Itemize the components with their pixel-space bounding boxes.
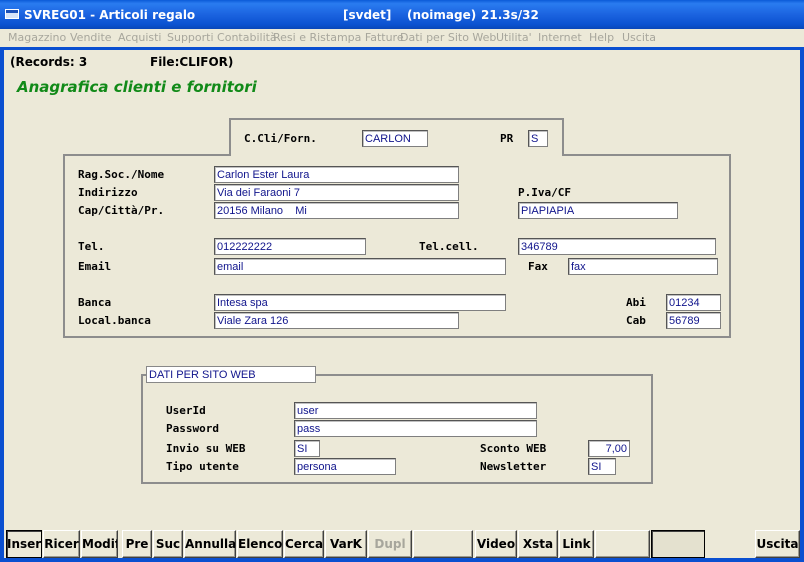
telcell-field[interactable]: 346789 bbox=[518, 238, 716, 255]
abi-label: Abi bbox=[626, 296, 646, 309]
ragsoc-label: Rag.Soc./Nome bbox=[78, 168, 165, 181]
window-info-version: 21.3s/32 bbox=[481, 8, 539, 22]
abi-field[interactable]: 01234 bbox=[666, 294, 721, 311]
pr-field[interactable]: S bbox=[528, 130, 548, 147]
pre-button[interactable]: Pre bbox=[122, 530, 152, 558]
tel-label: Tel. bbox=[78, 240, 105, 253]
email-field[interactable]: email bbox=[214, 258, 506, 275]
tipo-utente-field[interactable]: persona bbox=[294, 458, 396, 475]
telcell-label: Tel.cell. bbox=[419, 240, 479, 253]
blank-button-3[interactable] bbox=[651, 530, 705, 558]
menu-bar: Magazzino Vendite Acquisti Supporti Cont… bbox=[0, 29, 804, 47]
piva-label: P.Iva/CF bbox=[518, 186, 571, 199]
newsletter-label: Newsletter bbox=[480, 460, 547, 473]
tel-field[interactable]: 012222222 bbox=[214, 238, 366, 255]
uscita-button[interactable]: Uscita bbox=[755, 530, 800, 558]
piva-field[interactable]: PIAPIAPIA bbox=[518, 202, 678, 219]
password-label: Password bbox=[166, 422, 219, 435]
page-title: Anagrafica clienti e fornitori bbox=[17, 78, 257, 96]
cab-field[interactable]: 56789 bbox=[666, 312, 721, 329]
userid-field[interactable]: user bbox=[294, 402, 537, 419]
code-field[interactable]: CARLON bbox=[362, 130, 428, 147]
vark-button[interactable]: VarK bbox=[325, 530, 367, 558]
web-group-legend: DATI PER SITO WEB bbox=[146, 366, 316, 383]
records-count: (Records: 3 bbox=[10, 55, 88, 69]
annulla-button[interactable]: Annulla bbox=[184, 530, 236, 558]
window-title: SVREG01 - Articoli regalo bbox=[24, 8, 196, 22]
xsta-button[interactable]: Xsta bbox=[518, 530, 558, 558]
userid-label: UserId bbox=[166, 404, 206, 417]
elenco-button[interactable]: Elenco bbox=[237, 530, 283, 558]
invio-web-label: Invio su WEB bbox=[166, 442, 246, 455]
group-join bbox=[231, 154, 562, 156]
window-bottom-edge bbox=[0, 558, 804, 562]
menu-magazzino[interactable]: Magazzino bbox=[8, 31, 66, 44]
link-button[interactable]: Link bbox=[559, 530, 594, 558]
file-name: File:CLIFOR) bbox=[150, 55, 234, 69]
newsletter-field[interactable]: SI bbox=[588, 458, 616, 475]
cap-label: Cap/Città/Pr. bbox=[78, 204, 165, 217]
menu-dati-sito-web[interactable]: Dati per Sito Web bbox=[400, 31, 496, 44]
window-info-module: [svdet] bbox=[343, 8, 392, 22]
banca-field[interactable]: Intesa spa bbox=[214, 294, 506, 311]
blank-button-2[interactable] bbox=[595, 530, 650, 558]
indirizzo-label: Indirizzo bbox=[78, 186, 138, 199]
menu-internet[interactable]: Internet bbox=[538, 31, 582, 44]
modif-button[interactable]: Modif bbox=[81, 530, 118, 558]
title-bar: SVREG01 - Articoli regalo [svdet] (noima… bbox=[0, 0, 804, 29]
menu-supporti-contabilita[interactable]: Supporti Contabilità bbox=[167, 31, 277, 44]
tipo-utente-label: Tipo utente bbox=[166, 460, 239, 473]
menu-help[interactable]: Help bbox=[589, 31, 614, 44]
fax-field[interactable]: fax bbox=[568, 258, 718, 275]
cab-label: Cab bbox=[626, 314, 646, 327]
invio-web-field[interactable]: SI bbox=[294, 440, 320, 457]
ragsoc-field[interactable]: Carlon Ester Laura bbox=[214, 166, 459, 183]
fax-label: Fax bbox=[528, 260, 548, 273]
inser-button[interactable]: Inser bbox=[6, 530, 42, 558]
menu-acquisti[interactable]: Acquisti bbox=[118, 31, 162, 44]
code-label: C.Cli/Forn. bbox=[244, 132, 317, 145]
ricer-button[interactable]: Ricer bbox=[43, 530, 80, 558]
dupl-button[interactable]: Dupl bbox=[368, 530, 412, 558]
cerca-button[interactable]: Cerca bbox=[284, 530, 324, 558]
blank-button-1[interactable] bbox=[413, 530, 473, 558]
localbanca-field[interactable]: Viale Zara 126 bbox=[214, 312, 459, 329]
banca-label: Banca bbox=[78, 296, 112, 309]
sconto-web-field[interactable]: 7,00 bbox=[588, 440, 630, 457]
localbanca-label: Local.banca bbox=[78, 314, 151, 327]
sconto-web-label: Sconto WEB bbox=[480, 442, 547, 455]
menu-resi-ristampa[interactable]: Resi e Ristampa Fatture bbox=[273, 31, 404, 44]
password-field[interactable]: pass bbox=[294, 420, 537, 437]
video-button[interactable]: Video bbox=[475, 530, 517, 558]
pr-label: PR bbox=[500, 132, 514, 145]
suc-button[interactable]: Suc bbox=[153, 530, 183, 558]
indirizzo-field[interactable]: Via dei Faraoni 7 bbox=[214, 184, 459, 201]
app-window-icon[interactable] bbox=[5, 9, 19, 19]
menu-uscita[interactable]: Uscita bbox=[622, 31, 656, 44]
menu-vendite[interactable]: Vendite bbox=[70, 31, 112, 44]
menu-utilita[interactable]: Utilita' bbox=[496, 31, 532, 44]
cap-citta-field[interactable]: 20156 Milano Mi bbox=[214, 202, 459, 219]
records-status-bar: (Records: 3 File:CLIFOR) bbox=[4, 50, 800, 74]
window-info-image: (noimage) bbox=[407, 8, 477, 22]
email-label: Email bbox=[78, 260, 112, 273]
